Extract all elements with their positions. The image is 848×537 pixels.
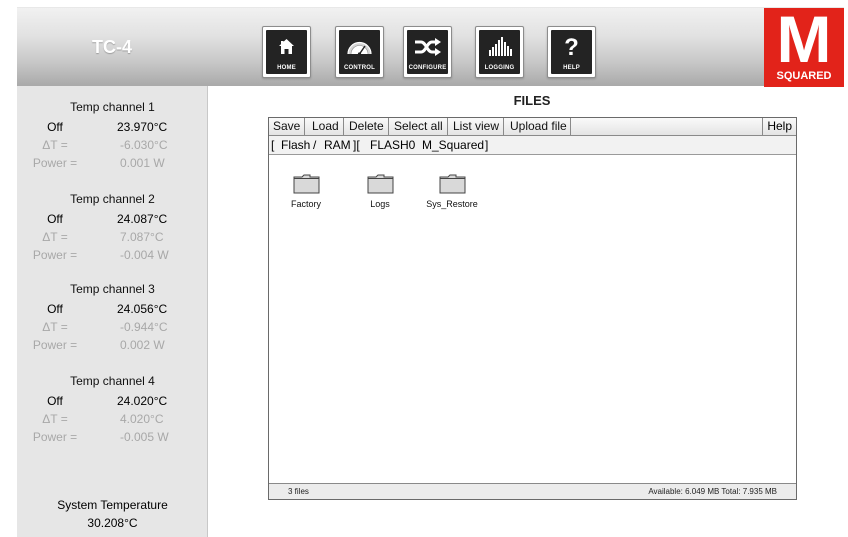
folder-item[interactable]: Sys_Restore	[417, 174, 487, 209]
channel-temp-row: Off 24.020°C	[17, 394, 208, 410]
gauge-icon	[347, 41, 372, 56]
logging-label: LOGGING	[484, 65, 515, 71]
configure-button[interactable]: CONFIGURE	[403, 26, 452, 78]
bar-chart-icon	[489, 37, 512, 56]
channel-state: Off	[47, 120, 63, 134]
list-view-button[interactable]: List view	[449, 118, 505, 136]
file-status-bar: 3 files Available: 6.049 MB Total: 7.935…	[269, 483, 796, 499]
delta-label: ΔT =	[42, 320, 68, 334]
home-label: HOME	[277, 65, 296, 71]
folder-icon	[439, 174, 466, 194]
system-temp-label: System Temperature	[57, 498, 168, 512]
delta-label: ΔT =	[42, 412, 68, 426]
shuffle-icon	[415, 38, 441, 56]
channel-state: Off	[47, 212, 63, 226]
path-folder[interactable]: M_Squared	[422, 136, 484, 154]
file-count: 3 files	[288, 487, 309, 496]
delta-label: ΔT =	[42, 230, 68, 244]
control-button[interactable]: CONTROL	[335, 26, 384, 78]
path-bracket: [	[271, 138, 275, 152]
svg-text:?: ?	[564, 34, 579, 59]
system-temperature: System Temperature 30.208°C	[17, 496, 208, 532]
delete-button[interactable]: Delete	[345, 118, 389, 136]
file-browser: Save Load Delete Select all List view Up…	[268, 117, 797, 500]
channel-power-row: Power = 0.002 W	[17, 338, 208, 354]
power-label: Power =	[32, 156, 78, 170]
logo-letter: M	[776, 2, 832, 76]
help-nav-label: HELP	[563, 65, 580, 71]
path-ram[interactable]: RAM	[324, 136, 351, 154]
delta-value: -0.944°C	[120, 320, 168, 334]
channel-temp: 24.087°C	[117, 212, 168, 226]
msquared-logo: M SQUARED	[764, 2, 844, 87]
path-drive[interactable]: FLASH0	[370, 136, 415, 154]
load-button[interactable]: Load	[308, 118, 344, 136]
logo-text: SQUARED	[776, 70, 832, 82]
power-label: Power =	[32, 248, 78, 262]
delta-value: -6.030°C	[120, 138, 168, 152]
channel-power-row: Power = -0.005 W	[17, 430, 208, 446]
channel-title: Temp channel 2	[70, 192, 155, 206]
channel-temp-row: Off 24.087°C	[17, 212, 208, 228]
select-all-button[interactable]: Select all	[390, 118, 448, 136]
power-value: -0.004 W	[120, 248, 169, 262]
channel-delta-row: ΔT = -6.030°C	[17, 138, 208, 154]
header-bar: TC-4 HOME CONTROL CONFIGURE LOGGING ? HE…	[17, 2, 844, 87]
path-separator: /	[313, 138, 317, 152]
power-value: 0.001 W	[120, 156, 165, 170]
home-button[interactable]: HOME	[262, 26, 311, 78]
channel-state: Off	[47, 394, 63, 408]
channel-title: Temp channel 3	[70, 282, 155, 296]
page-title: FILES	[513, 93, 551, 108]
channel-power-row: Power = -0.004 W	[17, 248, 208, 264]
channel-delta-row: ΔT = -0.944°C	[17, 320, 208, 336]
app-title: TC-4	[92, 37, 132, 57]
power-label: Power =	[32, 338, 78, 352]
power-value: 0.002 W	[120, 338, 165, 352]
logging-button[interactable]: LOGGING	[475, 26, 524, 78]
control-label: CONTROL	[343, 65, 376, 71]
channel-temp: 24.056°C	[117, 302, 168, 316]
channel-title: Temp channel 4	[70, 374, 155, 388]
storage-space: Available: 6.049 MB Total: 7.935 MB	[648, 487, 777, 496]
delta-value: 7.087°C	[120, 230, 164, 244]
file-toolbar: Save Load Delete Select all List view Up…	[269, 118, 796, 136]
folder-name: Sys_Restore	[426, 199, 478, 209]
configure-label: CONFIGURE	[408, 65, 447, 71]
channel-temp: 23.970°C	[117, 120, 168, 134]
channel-power-row: Power = 0.001 W	[17, 156, 208, 172]
channel-delta-row: ΔT = 7.087°C	[17, 230, 208, 246]
folder-item[interactable]: Factory	[271, 174, 341, 209]
channel-delta-row: ΔT = 4.020°C	[17, 412, 208, 428]
folder-icon	[367, 174, 394, 194]
save-button[interactable]: Save	[269, 118, 306, 136]
system-temp-value: 30.208°C	[87, 516, 138, 530]
delta-label: ΔT =	[42, 138, 68, 152]
folder-name: Factory	[290, 199, 321, 209]
channel-state: Off	[47, 302, 63, 316]
upload-file-button[interactable]: Upload file	[506, 118, 571, 136]
power-label: Power =	[32, 430, 78, 444]
delta-value: 4.020°C	[120, 412, 164, 426]
help-nav-button[interactable]: ? HELP	[547, 26, 596, 78]
folder-icon	[293, 174, 320, 194]
path-breadcrumb: [ Flash / RAM ][ FLASH0 M_Squared ]	[269, 136, 796, 155]
path-flash[interactable]: Flash	[281, 136, 310, 154]
sidebar-status-panel: Temp channel 1 Off 23.970°C ΔT = -6.030°…	[17, 86, 208, 537]
folder-name: Logs	[370, 199, 390, 209]
folder-item[interactable]: Logs	[345, 174, 415, 209]
channel-temp-row: Off 24.056°C	[17, 302, 208, 318]
path-bracket: ][	[353, 138, 360, 152]
question-icon: ?	[564, 34, 579, 59]
help-button[interactable]: Help	[762, 118, 796, 136]
path-bracket: ]	[485, 138, 489, 152]
channel-title: Temp channel 1	[70, 100, 155, 114]
home-icon	[279, 39, 294, 54]
channel-temp: 24.020°C	[117, 394, 168, 408]
power-value: -0.005 W	[120, 430, 169, 444]
channel-temp-row: Off 23.970°C	[17, 120, 208, 136]
